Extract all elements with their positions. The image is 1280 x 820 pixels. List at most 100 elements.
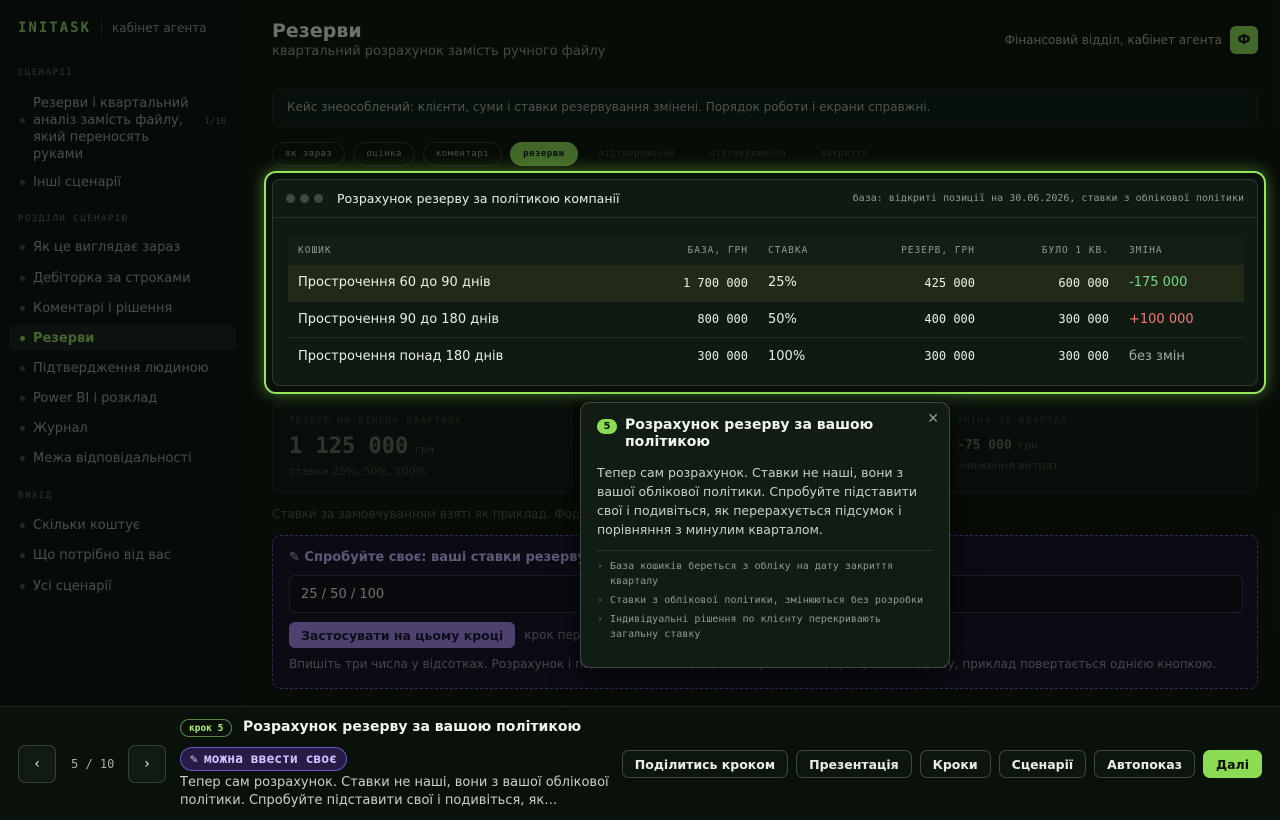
sidebar-item-label: Power BI і розклад: [33, 390, 158, 406]
sidebar-item-step-2[interactable]: Дебіторка за строками: [10, 265, 236, 291]
user-block: Фінансовий відділ, кабінет агента Ф: [1005, 26, 1258, 54]
bullet-icon: [20, 244, 25, 250]
bullet-icon: [20, 583, 25, 589]
brand-logo: INITASK: [18, 20, 92, 36]
prev-step-button[interactable]: ‹: [18, 745, 56, 783]
pencil-icon: ✎: [190, 751, 198, 767]
section-scenarios-heading: СЦЕНАРІЇ: [18, 68, 74, 78]
brand-subtitle: кабінет агента: [112, 21, 207, 35]
bullet-icon: [20, 179, 25, 185]
sidebar-item-other-scenarios[interactable]: Інші сценарії: [10, 169, 236, 195]
tour-popover: 5 Розрахунок резерву за вашою політикою …: [580, 402, 950, 668]
share-step-button[interactable]: Поділитись кроком: [621, 750, 789, 778]
sidebar-item-current-scenario[interactable]: Резерви і квартальний аналіз замість фай…: [10, 91, 236, 167]
tour-actions: Поділитись кроком Презентація Кроки Сцен…: [621, 750, 1262, 778]
popover-title: Розрахунок резерву за вашою політикою: [625, 417, 874, 450]
anonymized-notice: Кейс знеособлений: клієнти, суми і ставк…: [272, 89, 1258, 127]
chevron-right-icon: ›: [597, 561, 604, 572]
tab-as-is[interactable]: як зараз: [272, 142, 346, 166]
rates-note: Ставки за замовчуванням взяті як приклад…: [272, 507, 611, 521]
card-title: Розрахунок резерву за політикою компанії: [337, 191, 620, 206]
tab-assessment[interactable]: оцінка: [353, 142, 415, 166]
stat-card-quarter-change: ЗМІНА ЗА КВАРТАЛ -75 000 грн зниження вит…: [938, 403, 1258, 493]
presentation-button[interactable]: Презентація: [796, 750, 912, 778]
sidebar: INITASK кабінет агента СЦЕНАРІЇ Резерви …: [0, 0, 246, 706]
editable-badge-label: можна ввести своє: [203, 751, 337, 767]
apply-button[interactable]: Застосувати на цьому кроці: [289, 622, 516, 648]
bullet-icon: [20, 305, 25, 311]
tab-confirmation[interactable]: підтвердження: [586, 142, 689, 166]
sidebar-item-label: Усі сценарії: [33, 578, 112, 594]
col-rate: СТАВКА: [768, 244, 809, 256]
cell-reserve: 300 000: [924, 349, 975, 364]
stat-number: 1 125 000: [289, 434, 409, 459]
close-icon[interactable]: ✕: [927, 411, 939, 427]
sidebar-item-label: Скільки коштує: [33, 517, 141, 533]
tab-comments[interactable]: коментарі: [422, 142, 503, 166]
sidebar-item-step-6[interactable]: Power BI і розклад: [10, 385, 236, 411]
bullet-text: База кошиків береться з обліку на дату з…: [610, 561, 893, 587]
tour-bottom-bar: ‹ 5 / 10 › крок 5 Розрахунок резерву за …: [0, 706, 1280, 820]
cell-change: -175 000: [1129, 275, 1188, 291]
sidebar-item-step-8[interactable]: Межа відповідальності: [10, 445, 236, 471]
popover-header: 5 Розрахунок резерву за вашою політикою: [597, 417, 933, 451]
list-item: › Ставки з облікової політики, змінюються…: [597, 593, 933, 608]
cell-base: 800 000: [697, 312, 748, 327]
page-title: Резерви: [272, 20, 362, 42]
brand: INITASK кабінет агента: [18, 20, 207, 36]
stat-value: 1 125 000 грн: [289, 434, 555, 459]
sidebar-item-cost[interactable]: Скільки коштує: [10, 512, 236, 538]
next-step-arrow-button[interactable]: ›: [128, 745, 166, 783]
overlay-dim-right: [1266, 171, 1280, 394]
popover-bullets: › База кошиків береться з обліку на дату …: [597, 559, 933, 642]
section-steps-heading: РОЗДІЛИ СЦЕНАРІЮ: [18, 214, 129, 224]
bullet-icon: [20, 275, 25, 281]
sidebar-item-label: Інші сценарії: [33, 174, 121, 190]
bullet-icon: [20, 522, 25, 528]
sidebar-item-label: Резерви: [33, 330, 95, 346]
sidebar-item-step-7[interactable]: Журнал: [10, 415, 236, 441]
reserve-table-card: Розрахунок резерву за політикою компанії…: [272, 179, 1258, 386]
stat-label: ЗМІНА ЗА КВАРТАЛ: [957, 416, 1068, 426]
sidebar-item-step-3[interactable]: Коментарі і рішення: [10, 295, 236, 321]
autoplay-button[interactable]: Автопоказ: [1094, 750, 1195, 778]
scenarios-button[interactable]: Сценарії: [998, 750, 1087, 778]
sidebar-item-requirements[interactable]: Що потрібно від вас: [10, 542, 236, 568]
table-row: Прострочення 90 до 180 днів 800 000 50% …: [288, 302, 1244, 338]
user-label: Фінансовий відділ, кабінет агента: [1004, 33, 1222, 47]
list-item: › База кошиків береться з обліку на дату …: [597, 559, 933, 589]
sidebar-item-all-scenarios[interactable]: Усі сценарії: [10, 573, 236, 599]
popover-step-number: 5: [597, 419, 617, 434]
next-button[interactable]: Далі: [1202, 750, 1262, 778]
sidebar-item-step-1[interactable]: Як це виглядає зараз: [10, 234, 236, 260]
sidebar-item-step-5[interactable]: Підтвердження людиною: [10, 355, 236, 381]
cell-previous: 600 000: [1058, 275, 1109, 290]
col-base: БАЗА, ГРН: [687, 244, 748, 256]
steps-button[interactable]: Кроки: [919, 750, 991, 778]
stat-number: -75 000: [957, 438, 1012, 453]
step-counter: 5 / 10: [71, 757, 115, 771]
sidebar-item-label: Підтвердження людиною: [33, 360, 209, 376]
bullet-icon: [20, 395, 25, 401]
cell-bucket: Прострочення понад 180 днів: [298, 348, 504, 364]
tab-reserves[interactable]: резерви: [510, 142, 578, 166]
reserve-table: КОШИК БАЗА, ГРН СТАВКА РЕЗЕРВ, ГРН БУЛО …: [288, 235, 1244, 375]
stat-note: ставки 25%, 50%, 100%: [289, 465, 427, 478]
cell-rate: 100%: [768, 348, 806, 364]
tab-closing[interactable]: закриття: [808, 142, 881, 166]
bullet-text: Ставки з облікової політики, змінюються …: [610, 595, 924, 606]
cell-reserve: 425 000: [924, 275, 975, 290]
card-meta: база: відкриті позиції на 30.06.2026, ст…: [852, 193, 1244, 204]
bullet-text: Індивідуальні рішення по клієнту перекри…: [610, 614, 881, 640]
sidebar-item-label: Коментарі і рішення: [33, 300, 173, 316]
stat-unit: грн: [1017, 439, 1038, 452]
sidebar-item-step-4-active[interactable]: Резерви: [10, 325, 236, 351]
list-item: › Індивідуальні рішення по клієнту перекр…: [597, 612, 933, 642]
table-row: Прострочення понад 180 днів 300 000 100%…: [288, 338, 1244, 375]
cell-rate: 50%: [768, 311, 797, 327]
tab-confirmation-2[interactable]: підтвердження: [697, 142, 800, 166]
avatar[interactable]: Ф: [1230, 26, 1258, 54]
overlay-dim-left: [246, 171, 264, 394]
sidebar-item-label: Резерви і квартальний аналіз замість фай…: [33, 96, 189, 162]
cell-change: без змін: [1129, 348, 1185, 364]
